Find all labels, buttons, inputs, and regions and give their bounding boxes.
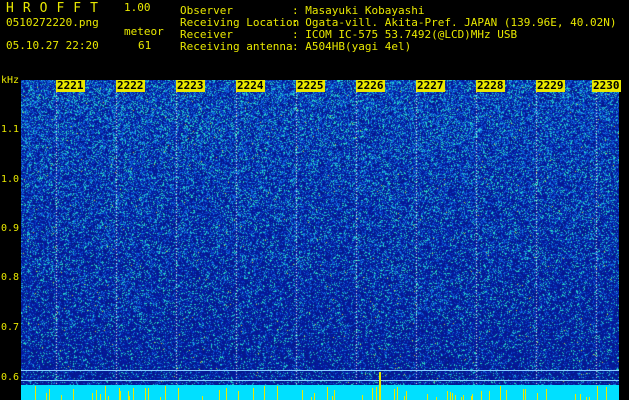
meteor-spike — [463, 395, 464, 400]
x-tick: 2229 — [536, 79, 565, 92]
timestamp: 05.10.27 22:20 — [6, 39, 99, 52]
meteor-spike — [404, 396, 405, 400]
meteor-spike — [481, 391, 482, 400]
y-unit-label: kHz — [1, 75, 20, 86]
meteor-spike — [546, 389, 547, 400]
meteor-spike — [372, 388, 373, 400]
meteor-spike — [100, 394, 101, 400]
meteor-spike — [202, 396, 203, 400]
meteor-spike — [35, 386, 36, 400]
spectrogram[interactable] — [21, 80, 619, 385]
meteor-strip — [21, 385, 619, 400]
meteor-spike — [575, 394, 576, 400]
meteor-spike — [489, 391, 490, 400]
meteor-spike — [394, 389, 395, 400]
meteor-spike — [226, 388, 227, 400]
meteor-spike — [597, 392, 598, 400]
y-tick: 0.6 — [1, 372, 20, 383]
meteor-count: 61 — [138, 39, 152, 52]
meteor-spike — [580, 394, 581, 400]
meteor-spike — [332, 396, 333, 400]
meteor-spike — [219, 390, 220, 400]
meteor-spike — [145, 388, 146, 400]
x-tick: 2226 — [356, 79, 385, 92]
y-tick: 1.0 — [1, 174, 20, 185]
meteor-spike — [302, 390, 303, 400]
meteor-spike — [523, 389, 524, 400]
x-tick: 2230 — [592, 79, 621, 92]
x-tick: 2224 — [236, 79, 265, 92]
meteor-spike — [105, 386, 106, 400]
reference-line — [21, 380, 619, 381]
x-tick: 2222 — [116, 79, 145, 92]
meteor-spike — [178, 388, 179, 400]
meteor-spike — [165, 386, 166, 400]
meteor-spike — [506, 390, 507, 400]
meteor-spike — [450, 392, 451, 400]
x-tick: 2225 — [296, 79, 325, 92]
header-panel: HROFFT 1.00 0510272220.png meteor 05.10.… — [0, 0, 629, 80]
x-tick: 2227 — [416, 79, 445, 92]
meteor-spike — [525, 389, 526, 400]
meteor-spike — [376, 387, 377, 400]
meteor-spike — [472, 394, 473, 400]
meteor-spike — [264, 392, 265, 400]
y-tick: 1.1 — [1, 124, 20, 135]
meteor-spike — [148, 388, 149, 400]
meteor-spike — [327, 387, 328, 400]
meteor-spike — [128, 391, 129, 400]
x-tick: 2228 — [476, 79, 505, 92]
y-tick: 0.8 — [1, 272, 20, 283]
y-tick: 0.7 — [1, 322, 20, 333]
meteor-spike — [61, 395, 62, 400]
meteor-spike — [606, 387, 607, 400]
meteor-spike — [96, 390, 97, 400]
meteor-spike — [427, 394, 428, 400]
meteor-spike — [129, 396, 130, 400]
meteor-spike — [455, 395, 456, 400]
meteor-spike — [334, 390, 335, 400]
meteor-spike — [120, 391, 121, 400]
meteor-spike — [73, 389, 74, 400]
antenna-value: : A504HB(yagi 4el) — [292, 40, 412, 53]
antenna-label: Receiving antenna — [180, 40, 293, 53]
meteor-spike — [362, 395, 363, 400]
meteor-spike — [49, 389, 50, 400]
meteor-label: meteor — [124, 25, 164, 38]
meteor-spike — [46, 393, 47, 400]
meteor-spike — [379, 372, 381, 400]
meteor-spike — [92, 393, 93, 400]
app-version: 1.00 — [124, 1, 151, 14]
reference-line — [21, 370, 619, 371]
meteor-spike — [253, 388, 254, 400]
meteor-spike — [452, 393, 453, 400]
meteor-spike — [133, 388, 134, 400]
meteor-spike — [447, 391, 448, 400]
meteor-spike — [238, 391, 239, 400]
file-name: 0510272220.png — [6, 16, 99, 29]
meteor-spike — [108, 396, 109, 400]
y-tick: 0.9 — [1, 223, 20, 234]
meteor-spike — [500, 386, 501, 400]
app-logo: HROFFT — [6, 1, 107, 16]
x-tick: 2221 — [56, 79, 85, 92]
meteor-spike — [314, 393, 315, 400]
meteor-spike — [406, 391, 407, 400]
meteor-spike — [277, 386, 278, 400]
x-tick: 2223 — [176, 79, 205, 92]
